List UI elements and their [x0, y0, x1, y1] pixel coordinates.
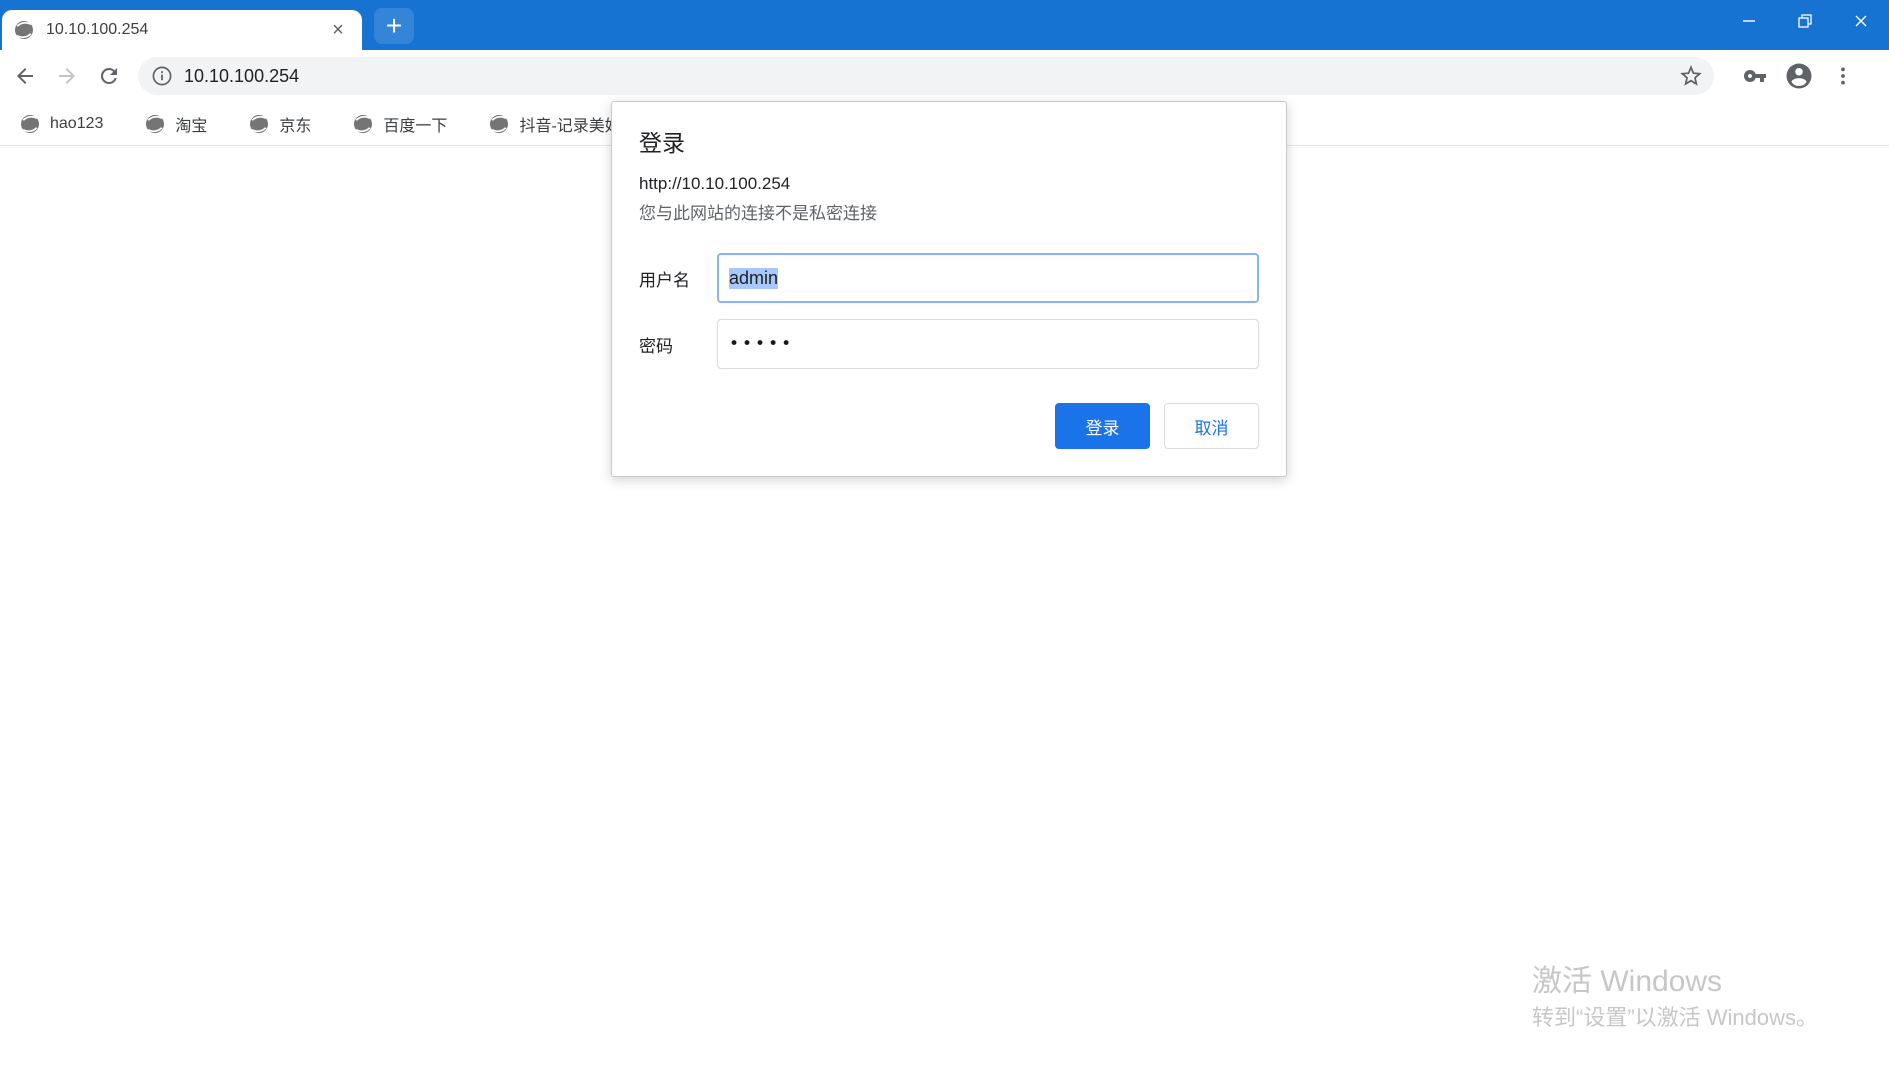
globe-icon	[250, 114, 269, 133]
back-icon[interactable]	[8, 59, 42, 93]
tab-title: 10.10.100.254	[46, 21, 149, 38]
profile-avatar-icon[interactable]	[1782, 59, 1816, 93]
watermark-title: 激活 Windows	[1532, 965, 1723, 998]
windows-activation-watermark: 激活 Windows 转到“设置”以激活 Windows。	[1532, 963, 1818, 1033]
browser-titlebar: 10.10.100.254 × +	[0, 0, 1889, 50]
globe-icon	[354, 114, 373, 133]
dialog-security-warning: 您与此网站的连接不是私密连接	[639, 204, 877, 223]
globe-icon	[146, 114, 165, 133]
password-value: •••••	[729, 334, 795, 354]
restore-button[interactable]	[1777, 0, 1833, 42]
new-tab-button[interactable]: +	[374, 8, 414, 44]
forward-icon[interactable]	[50, 59, 84, 93]
password-input[interactable]: •••••	[717, 319, 1259, 369]
globe-icon	[21, 114, 39, 133]
password-label: 密码	[639, 336, 673, 356]
bookmark-hao123[interactable]: hao123	[14, 108, 109, 140]
username-row: 用户名 admin	[639, 253, 1259, 303]
dialog-title: 登录	[639, 130, 685, 156]
menu-dots-icon[interactable]	[1826, 59, 1860, 93]
cancel-button[interactable]: 取消	[1164, 403, 1259, 449]
bookmark-star-icon[interactable]	[1678, 63, 1704, 89]
browser-tab[interactable]: 10.10.100.254 ×	[2, 10, 362, 50]
globe-icon	[490, 114, 509, 133]
globe-favicon-icon	[14, 20, 34, 40]
auth-dialog: 登录 http://10.10.100.254 您与此网站的连接不是私密连接 用…	[611, 101, 1287, 477]
username-value: admin	[729, 267, 779, 289]
bookmark-label: hao123	[50, 114, 104, 132]
password-key-icon[interactable]	[1738, 59, 1772, 93]
password-row: 密码 •••••	[639, 319, 1259, 369]
address-bar[interactable]: 10.10.100.254	[138, 57, 1714, 95]
login-button[interactable]: 登录	[1055, 403, 1150, 449]
toolbar-right	[1728, 59, 1860, 93]
reload-icon[interactable]	[92, 59, 126, 93]
bookmark-baidu[interactable]: 百度一下	[347, 108, 453, 140]
username-label: 用户名	[639, 270, 690, 290]
window-controls	[1721, 0, 1889, 42]
dialog-origin-url: http://10.10.100.254	[639, 174, 791, 193]
bookmark-label: 淘宝	[175, 117, 208, 135]
page-info-icon[interactable]	[150, 64, 174, 88]
navigation-bar: 10.10.100.254	[0, 50, 1889, 102]
bookmark-jd[interactable]: 京东	[243, 108, 317, 140]
close-window-button[interactable]	[1833, 0, 1889, 42]
tab-close-icon[interactable]: ×	[326, 18, 350, 42]
url-text[interactable]: 10.10.100.254	[184, 66, 1678, 87]
bookmark-label: 京东	[279, 117, 312, 135]
dialog-buttons: 登录 取消	[639, 403, 1259, 449]
username-input[interactable]: admin	[717, 253, 1259, 303]
minimize-button[interactable]	[1721, 0, 1777, 42]
bookmark-label: 百度一下	[383, 117, 448, 135]
bookmark-taobao[interactable]: 淘宝	[139, 108, 213, 140]
watermark-subtitle: 转到“设置”以激活 Windows。	[1532, 1005, 1819, 1030]
